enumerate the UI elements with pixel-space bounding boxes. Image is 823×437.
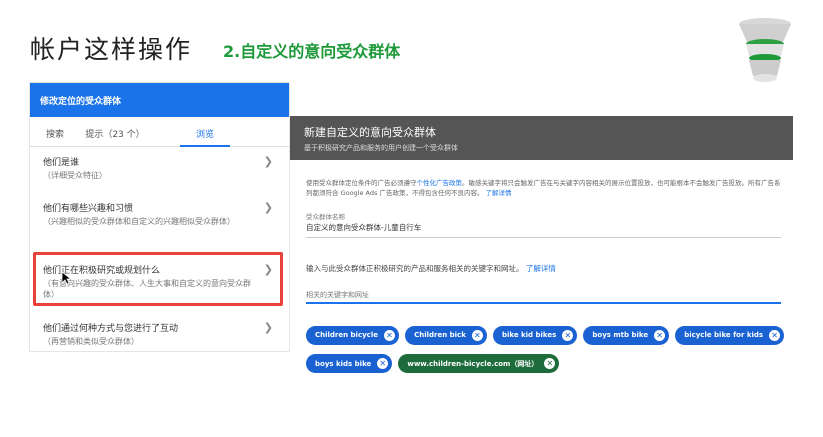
tab-hints[interactable]: 提示（23 个） (80, 117, 150, 146)
list-item-who[interactable]: 他们是谁 （详细受众特征） ❯ (30, 147, 289, 193)
list-item-desc: （再营销和类似受众群体） (43, 337, 139, 346)
keyword-chip[interactable]: bike kid bikes ✕ (492, 325, 578, 345)
panel-header: 修改定位的受众群体 (30, 83, 289, 117)
audience-name-input[interactable]: 自定义的意向受众群体-儿童自行车 (306, 222, 781, 238)
policy-notice: 使用受众群体定位条件的广告必须遵守个性化广告政策。敏感关键字将只会触发广告在与关… (306, 178, 781, 198)
audience-panel: 修改定位的受众群体 搜索 提示（23 个） 浏览 他们是谁 （详细受众特征） ❯… (29, 82, 290, 352)
mouse-cursor-icon (62, 272, 71, 285)
notice-text: 使用受众群体定位条件的广告必须遵守 (306, 179, 417, 187)
keyword-prompt: 输入与此受众群体正积极研究的产品和服务相关的关键字和网址。 了解详情 (306, 263, 556, 274)
dialog-subtitle: 基于积极研究产品和服务的用户创建一个受众群体 (304, 144, 458, 152)
chip-label: boys kids bike (315, 359, 372, 368)
close-icon[interactable]: ✕ (471, 329, 483, 341)
chip-label: Children bick (414, 331, 466, 339)
personalized-ads-policy-link[interactable]: 个性化广告政策 (417, 179, 463, 187)
keyword-chip[interactable]: Children bicycle ✕ (306, 325, 399, 345)
list-item-desc: （详细受众特征） (43, 171, 107, 180)
chevron-right-icon: ❯ (263, 321, 273, 334)
list-item-desc: （兴趣相似的受众群体和自定义的兴趣相似受众群体） (43, 217, 235, 226)
tab-browse[interactable]: 浏览 (170, 117, 240, 147)
keyword-learn-more-link[interactable]: 了解详情 (526, 264, 556, 273)
close-icon[interactable]: ✕ (544, 358, 556, 369)
chip-label: www.children-bicycle.com（网址） (407, 359, 539, 368)
list-item-label: 他们通过何种方式与您进行了互动 (43, 324, 179, 334)
list-item-interests[interactable]: 他们有哪些兴趣和习惯 （兴趣相似的受众群体和自定义的兴趣相似受众群体） ❯ (30, 193, 289, 255)
chip-label: bike kid bikes (501, 331, 557, 339)
url-chip[interactable]: www.children-bicycle.com（网址） ✕ (398, 354, 560, 373)
audience-name-label: 受众群体名称 (306, 213, 345, 221)
chip-label: Children bicycle (315, 331, 378, 339)
chevron-right-icon: ❯ (263, 155, 273, 168)
keyword-prompt-text: 输入与此受众群体正积极研究的产品和服务相关的关键字和网址。 (306, 264, 524, 273)
slide-title: 帐户这样操作 (30, 35, 193, 64)
close-icon[interactable]: ✕ (562, 329, 574, 341)
create-audience-panel: 新建自定义的意向受众群体 基于积极研究产品和服务的用户创建一个受众群体 使用受众… (290, 116, 793, 373)
chip-label: boys mtb bike (592, 331, 649, 339)
keyword-chip[interactable]: boys kids bike ✕ (306, 354, 393, 373)
list-item-label: 他们是谁 (43, 158, 80, 168)
tab-bar: 搜索 提示（23 个） 浏览 (30, 117, 289, 147)
keyword-input-underline (306, 302, 781, 304)
funnel-icon (739, 18, 791, 82)
slide-subtitle: 2.自定义的意向受众群体 (223, 42, 401, 61)
dialog-title: 新建自定义的意向受众群体 (304, 126, 436, 139)
keyword-chip[interactable]: boys mtb bike ✕ (583, 325, 670, 345)
tab-search[interactable]: 搜索 (30, 117, 80, 146)
keyword-input[interactable]: 相关的关键字和网址 (306, 290, 369, 300)
close-icon[interactable]: ✕ (383, 329, 395, 341)
learn-more-link[interactable]: 了解详情 (486, 189, 512, 197)
keyword-chip-list: Children bicycle ✕ Children bick ✕ bike ki… (306, 322, 786, 379)
list-item-label: 他们有哪些兴趣和习惯 (43, 204, 134, 214)
keyword-chip[interactable]: bicycle bike for kids ✕ (675, 325, 785, 345)
close-icon[interactable]: ✕ (769, 329, 781, 341)
dialog-header: 新建自定义的意向受众群体 基于积极研究产品和服务的用户创建一个受众群体 (290, 116, 793, 160)
close-icon[interactable]: ✕ (654, 329, 666, 341)
close-icon[interactable]: ✕ (377, 358, 389, 369)
list-item-interactions[interactable]: 他们通过何种方式与您进行了互动 （再营销和类似受众群体） ❯ (30, 313, 289, 353)
chip-label: bicycle bike for kids (684, 331, 764, 339)
keyword-chip[interactable]: Children bick ✕ (405, 325, 487, 345)
chevron-right-icon: ❯ (263, 201, 273, 214)
